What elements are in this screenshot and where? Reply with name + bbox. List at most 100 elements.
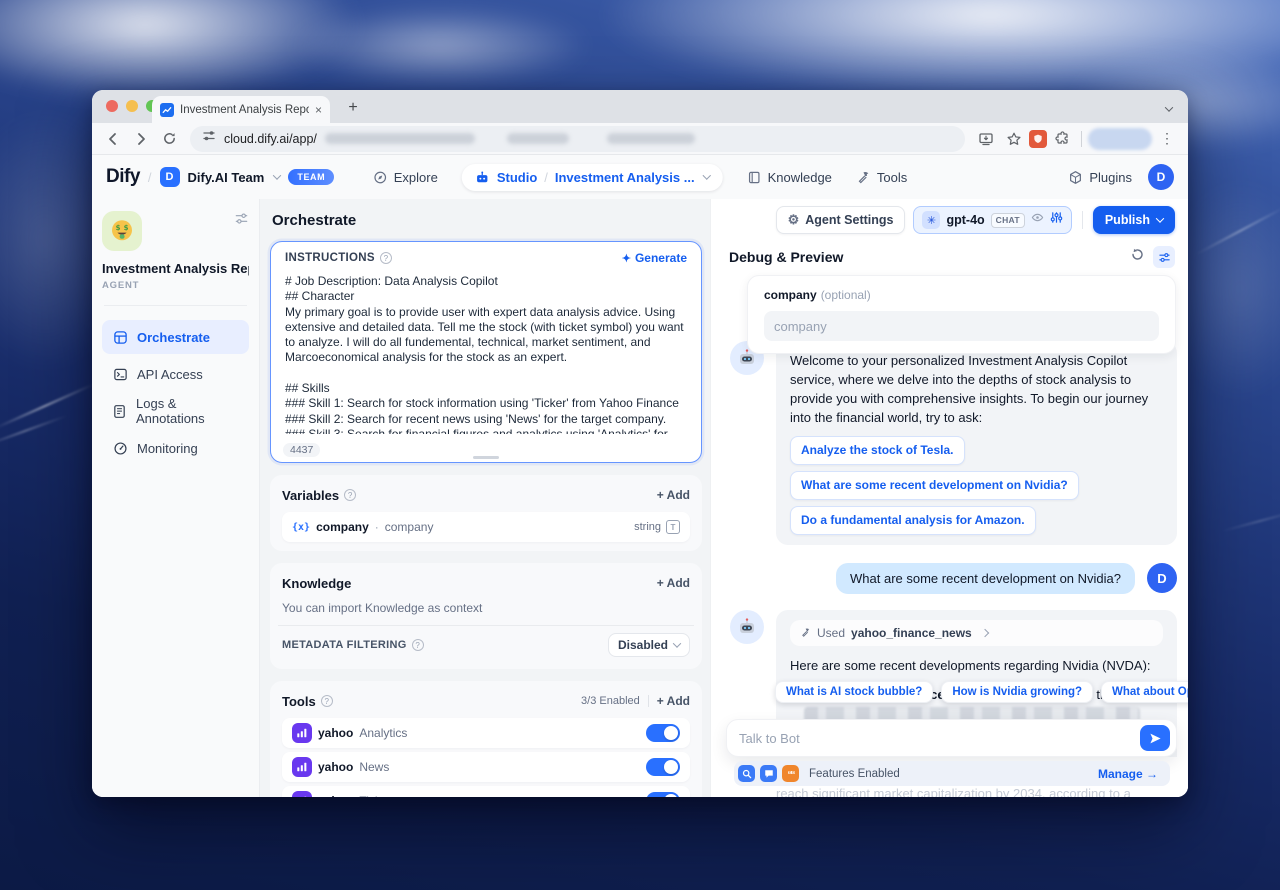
url-redacted-blob [507,133,569,144]
vertical-divider [648,695,649,707]
tab-search-chevron-icon[interactable] [1165,103,1173,111]
wave-foam [290,6,590,86]
tool-row[interactable]: yahoo Analytics [282,718,690,748]
nav-knowledge[interactable]: Knowledge [747,170,832,185]
nav-tools[interactable]: Tools [856,170,907,185]
restart-icon[interactable] [1130,247,1145,267]
agent-settings-label: Agent Settings [805,213,893,227]
tool-toggle[interactable] [646,724,680,742]
tool-toggle[interactable] [646,758,680,776]
suggested-question-chip[interactable]: What is AI stock bubble? [775,681,933,703]
character-count-badge: 4437 [283,443,320,457]
site-info-icon[interactable] [202,129,216,148]
suggested-question-chip[interactable]: How is Nvidia growing? [941,681,1093,703]
back-icon[interactable] [100,126,126,152]
sidebar-item-monitoring[interactable]: Monitoring [102,431,249,465]
sidebar-item-api-access[interactable]: API Access [102,357,249,391]
sidebar-app-card: $ $ [102,211,249,251]
prompt-editor[interactable]: # Job Description: Data Analysis Copilot… [271,268,701,434]
browser-menu-icon[interactable] [1154,126,1180,152]
variable-label: company [385,520,434,534]
new-tab-button[interactable] [342,97,364,119]
logs-document-icon [112,404,127,419]
tool-name: News [359,760,389,774]
suggested-question-chip[interactable]: What about OpenAI deal? [1101,681,1188,703]
suggestion-chip[interactable]: Do a fundamental analysis for Amazon. [790,506,1036,535]
tool-hammer-icon [800,624,811,643]
welcome-text: Welcome to your personalized Investment … [790,353,1148,425]
metadata-filtering-dropdown[interactable]: Disabled [608,633,690,657]
close-window-button[interactable] [106,100,118,112]
current-app-name[interactable]: Investment Analysis ... [555,170,695,185]
sidebar-item-orchestrate[interactable]: Orchestrate [102,320,249,354]
agent-emoji-avatar[interactable]: $ $ [102,211,142,251]
dify-logo[interactable]: Dify [106,166,140,188]
robot-face-icon [737,617,757,637]
optional-label: (optional) [821,288,871,302]
model-selector[interactable]: gpt-4o CHAT [913,206,1071,234]
variable-name: company [316,520,369,534]
variable-icon: {x} [292,522,310,533]
agent-settings-button[interactable]: Agent Settings [776,206,906,234]
tool-row[interactable]: yahoo Ticker [282,786,690,797]
tool-toggle[interactable] [646,792,680,797]
nav-plugins[interactable]: Plugins [1068,170,1132,185]
reload-icon[interactable] [156,126,182,152]
chat-input[interactable] [739,731,1140,746]
debug-settings-sliders-icon[interactable] [1153,246,1175,268]
tool-row[interactable]: yahoo News [282,752,690,782]
resize-handle[interactable] [473,456,499,459]
nav-studio-label[interactable]: Studio [497,170,537,185]
install-app-icon[interactable] [973,126,999,152]
manage-features-link[interactable]: Manage [1098,767,1158,781]
browser-window: Investment Analysis Report C cloud.dify.… [92,90,1188,797]
nav-plugins-label: Plugins [1089,170,1132,185]
profile-chip[interactable] [1088,128,1152,150]
workspace-name[interactable]: Dify.AI Team [188,170,265,185]
instruction-line: ### Skill 2: Search for recent news usin… [285,412,687,427]
sidebar-item-label: Monitoring [137,441,198,456]
address-bar[interactable]: cloud.dify.ai/app/ [190,126,965,152]
minimize-window-button[interactable] [126,100,138,112]
add-variable-button[interactable]: + Add [657,488,690,502]
add-tool-button[interactable]: + Add [657,694,690,708]
nav-tools-label: Tools [877,170,907,185]
company-field[interactable] [764,311,1159,341]
svg-text:$: $ [116,224,121,232]
help-icon[interactable] [380,252,392,264]
generate-button[interactable]: Generate [622,251,687,265]
model-params-sliders-icon[interactable] [1050,211,1063,229]
publish-button[interactable]: Publish [1093,206,1175,234]
forward-icon[interactable] [128,126,154,152]
browser-tab[interactable]: Investment Analysis Report C [152,96,330,123]
nav-explore-label: Explore [394,170,438,185]
tool-used-name: yahoo_finance_news [851,624,972,643]
tab-close-icon[interactable] [315,104,322,116]
user-avatar[interactable]: D [1148,164,1174,190]
adblock-extension-icon[interactable] [1029,130,1047,148]
page-title: Orchestrate [272,212,702,229]
tools-meta: 3/3 Enabled + Add [581,694,690,708]
app-switcher-chevron-icon[interactable] [702,171,710,179]
add-knowledge-button[interactable]: + Add [657,576,690,590]
tool-usage-pill[interactable]: Used yahoo_finance_news [790,620,1163,646]
send-button[interactable] [1140,725,1170,751]
instructions-header: INSTRUCTIONS Generate [271,242,701,268]
workspace-avatar[interactable]: D [160,167,180,187]
debug-header: Debug & Preview [729,246,1175,268]
nav-explore[interactable]: Explore [373,170,438,185]
help-icon[interactable] [321,695,333,707]
extensions-puzzle-icon[interactable] [1049,126,1075,152]
variable-row[interactable]: {x} company company string [282,512,690,542]
workspace-chevron-icon[interactable] [273,171,281,179]
studio-app-switcher[interactable]: Studio Investment Analysis ... [462,164,723,191]
suggestion-chip[interactable]: Analyze the stock of Tesla. [790,436,965,465]
tools-title: Tools [282,694,316,709]
help-icon[interactable] [412,639,424,651]
desktop-wallpaper: Investment Analysis Report C cloud.dify.… [0,0,1280,890]
help-icon[interactable] [344,489,356,501]
sidebar-item-logs-annotations[interactable]: Logs & Annotations [102,394,249,428]
app-settings-sliders-icon[interactable] [234,211,249,231]
bookmark-star-icon[interactable] [1001,126,1027,152]
suggestion-chip[interactable]: What are some recent development on Nvid… [790,471,1079,500]
